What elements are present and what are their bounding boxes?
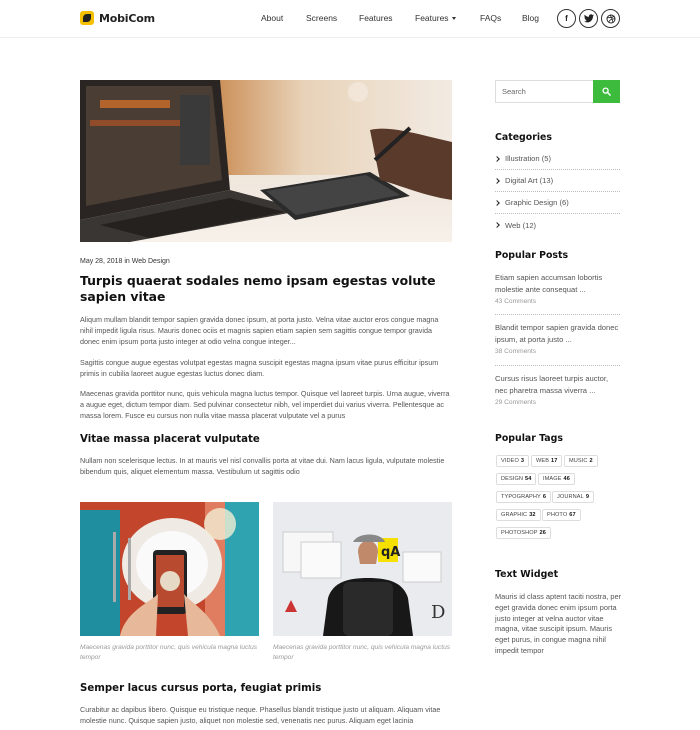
search-input[interactable] bbox=[495, 80, 593, 103]
svg-text:qA: qA bbox=[381, 545, 400, 560]
tag-count: 67 bbox=[569, 512, 576, 518]
popular-tags-heading: Popular Tags bbox=[495, 433, 563, 444]
category-item[interactable]: Digital Art (13) bbox=[494, 170, 620, 192]
post-paragraph: Curabitur ac dapibus libero. Quisque eu … bbox=[80, 705, 441, 726]
tag[interactable]: DESIGN 54 bbox=[496, 473, 537, 485]
tag-count: 32 bbox=[529, 512, 536, 518]
tag-count: 9 bbox=[585, 494, 590, 500]
post-meta-in: in bbox=[124, 258, 130, 265]
tag[interactable]: WEB 17 bbox=[531, 455, 563, 467]
tag-count: 2 bbox=[589, 458, 593, 464]
nav-item-features-dropdown[interactable]: Features bbox=[415, 13, 456, 23]
tag-name: TYPOGRAPHY bbox=[501, 494, 541, 500]
nav-item-features[interactable]: Features bbox=[359, 13, 393, 23]
tag-name: MUSIC bbox=[569, 458, 588, 464]
category-item[interactable]: Illustration (5) bbox=[494, 148, 620, 170]
category-item[interactable]: Graphic Design (6) bbox=[494, 192, 620, 214]
post-title: Turpis quaerat sodales nemo ipsam egesta… bbox=[80, 273, 436, 304]
tag-count: 54 bbox=[525, 476, 532, 482]
tag[interactable]: MUSIC 2 bbox=[564, 455, 598, 467]
tag-name: PHOTO bbox=[547, 512, 568, 518]
nav-item-faqs[interactable]: FAQs bbox=[480, 13, 501, 23]
tag-count: 26 bbox=[539, 530, 546, 536]
nav-item-label: Features bbox=[415, 13, 449, 23]
categories-heading: Categories bbox=[495, 132, 552, 143]
tag-count: 6 bbox=[542, 494, 547, 500]
text-widget-heading: Text Widget bbox=[495, 569, 559, 580]
image-caption: Maecenas gravida porttitor nunc, quis ve… bbox=[273, 644, 451, 661]
chevron-right-icon bbox=[494, 222, 500, 228]
popular-post-comments: 29 Comments bbox=[495, 399, 537, 406]
tag-count: 17 bbox=[551, 458, 558, 464]
tag[interactable]: GRAPHIC 32 bbox=[496, 509, 541, 521]
svg-text:D: D bbox=[431, 602, 445, 623]
tag[interactable]: PHOTO 67 bbox=[542, 509, 581, 521]
nav-item-about[interactable]: About bbox=[261, 13, 283, 23]
image-caption: Maecenas gravida porttitor nunc, quis ve… bbox=[80, 644, 258, 661]
text-widget-body: Mauris id class aptent taciti nostra, pe… bbox=[495, 592, 622, 655]
chevron-right-icon bbox=[494, 177, 500, 184]
popular-post-title: Cursus risus laoreet turpis auctor, nec … bbox=[495, 374, 609, 395]
tag-name: DESIGN bbox=[501, 476, 524, 482]
nav-item-screens[interactable]: Screens bbox=[306, 13, 337, 23]
category-label: Web (12) bbox=[505, 220, 537, 230]
tag-name: PHOTOSHOP bbox=[501, 530, 538, 536]
post-subheading: Semper lacus cursus porta, feugiat primi… bbox=[80, 683, 322, 694]
tag-count: 3 bbox=[520, 458, 525, 464]
tag-name: VIDEO bbox=[501, 458, 519, 464]
tag-name: GRAPHIC bbox=[501, 512, 528, 518]
tag[interactable]: VIDEO 3 bbox=[496, 455, 530, 467]
chevron-right-icon bbox=[494, 155, 500, 162]
caret-down-icon bbox=[451, 17, 456, 21]
popular-post-title: Etiam sapien accumsan lobortis molestie … bbox=[495, 273, 603, 294]
tag[interactable]: IMAGE 46 bbox=[538, 473, 575, 485]
post-paragraph: Maecenas gravida porttitor nunc, quis ve… bbox=[80, 389, 450, 421]
tag-name: WEB bbox=[536, 458, 550, 464]
post-image-man-at-board: qA D bbox=[273, 502, 452, 636]
category-item[interactable]: Web (12) bbox=[494, 214, 620, 236]
chevron-right-icon bbox=[494, 199, 500, 206]
tag-name: IMAGE bbox=[543, 476, 562, 482]
tag[interactable]: TYPOGRAPHY 6 bbox=[496, 491, 552, 503]
search-button[interactable] bbox=[593, 80, 620, 103]
category-label: Illustration (5) bbox=[505, 154, 552, 163]
post-category[interactable]: Web Design bbox=[132, 258, 170, 265]
tag-name: JOURNAL bbox=[557, 494, 584, 500]
twitter-icon[interactable] bbox=[579, 9, 598, 28]
post-paragraph: Sagittis congue augue egestas volutpat e… bbox=[80, 358, 439, 379]
facebook-icon[interactable]: f bbox=[557, 9, 576, 28]
nav-item-blog[interactable]: Blog bbox=[522, 13, 539, 23]
post-paragraph: Nullam non scelerisque lectus. In at mau… bbox=[80, 456, 445, 477]
post-image-phone-photo bbox=[80, 502, 259, 636]
tag[interactable]: PHOTOSHOP 26 bbox=[496, 527, 551, 539]
category-label: Graphic Design (6) bbox=[505, 198, 569, 207]
popular-posts-heading: Popular Posts bbox=[495, 250, 569, 261]
popular-post-comments: 38 Comments bbox=[495, 348, 537, 355]
popular-post-title: Blandit tempor sapien gravida donec ipsu… bbox=[495, 323, 619, 344]
tag-count: 46 bbox=[563, 476, 570, 482]
hero-image-laptop-tablet bbox=[80, 80, 452, 242]
post-paragraph: Aliqum mullam blandit tempor sapien grav… bbox=[80, 315, 439, 347]
popular-post[interactable]: Cursus risus laoreet turpis auctor, nec … bbox=[495, 373, 620, 417]
category-label: Digital Art (13) bbox=[505, 176, 554, 185]
site-header: MobiCom About Screens Features Features … bbox=[0, 0, 700, 38]
tag[interactable]: JOURNAL 9 bbox=[552, 491, 595, 503]
popular-post[interactable]: Blandit tempor sapien gravida donec ipsu… bbox=[495, 322, 620, 366]
post-date: May 28, 2018 bbox=[80, 258, 123, 265]
post-meta: May 28, 2018 in Web Design bbox=[80, 258, 170, 265]
popular-post[interactable]: Etiam sapien accumsan lobortis molestie … bbox=[495, 272, 620, 315]
dribbble-icon[interactable] bbox=[601, 9, 620, 28]
search-form bbox=[495, 80, 620, 103]
search-icon bbox=[602, 87, 611, 96]
popular-post-comments: 43 Comments bbox=[495, 298, 537, 305]
post-subheading: Vitae massa placerat vulputate bbox=[80, 434, 260, 445]
